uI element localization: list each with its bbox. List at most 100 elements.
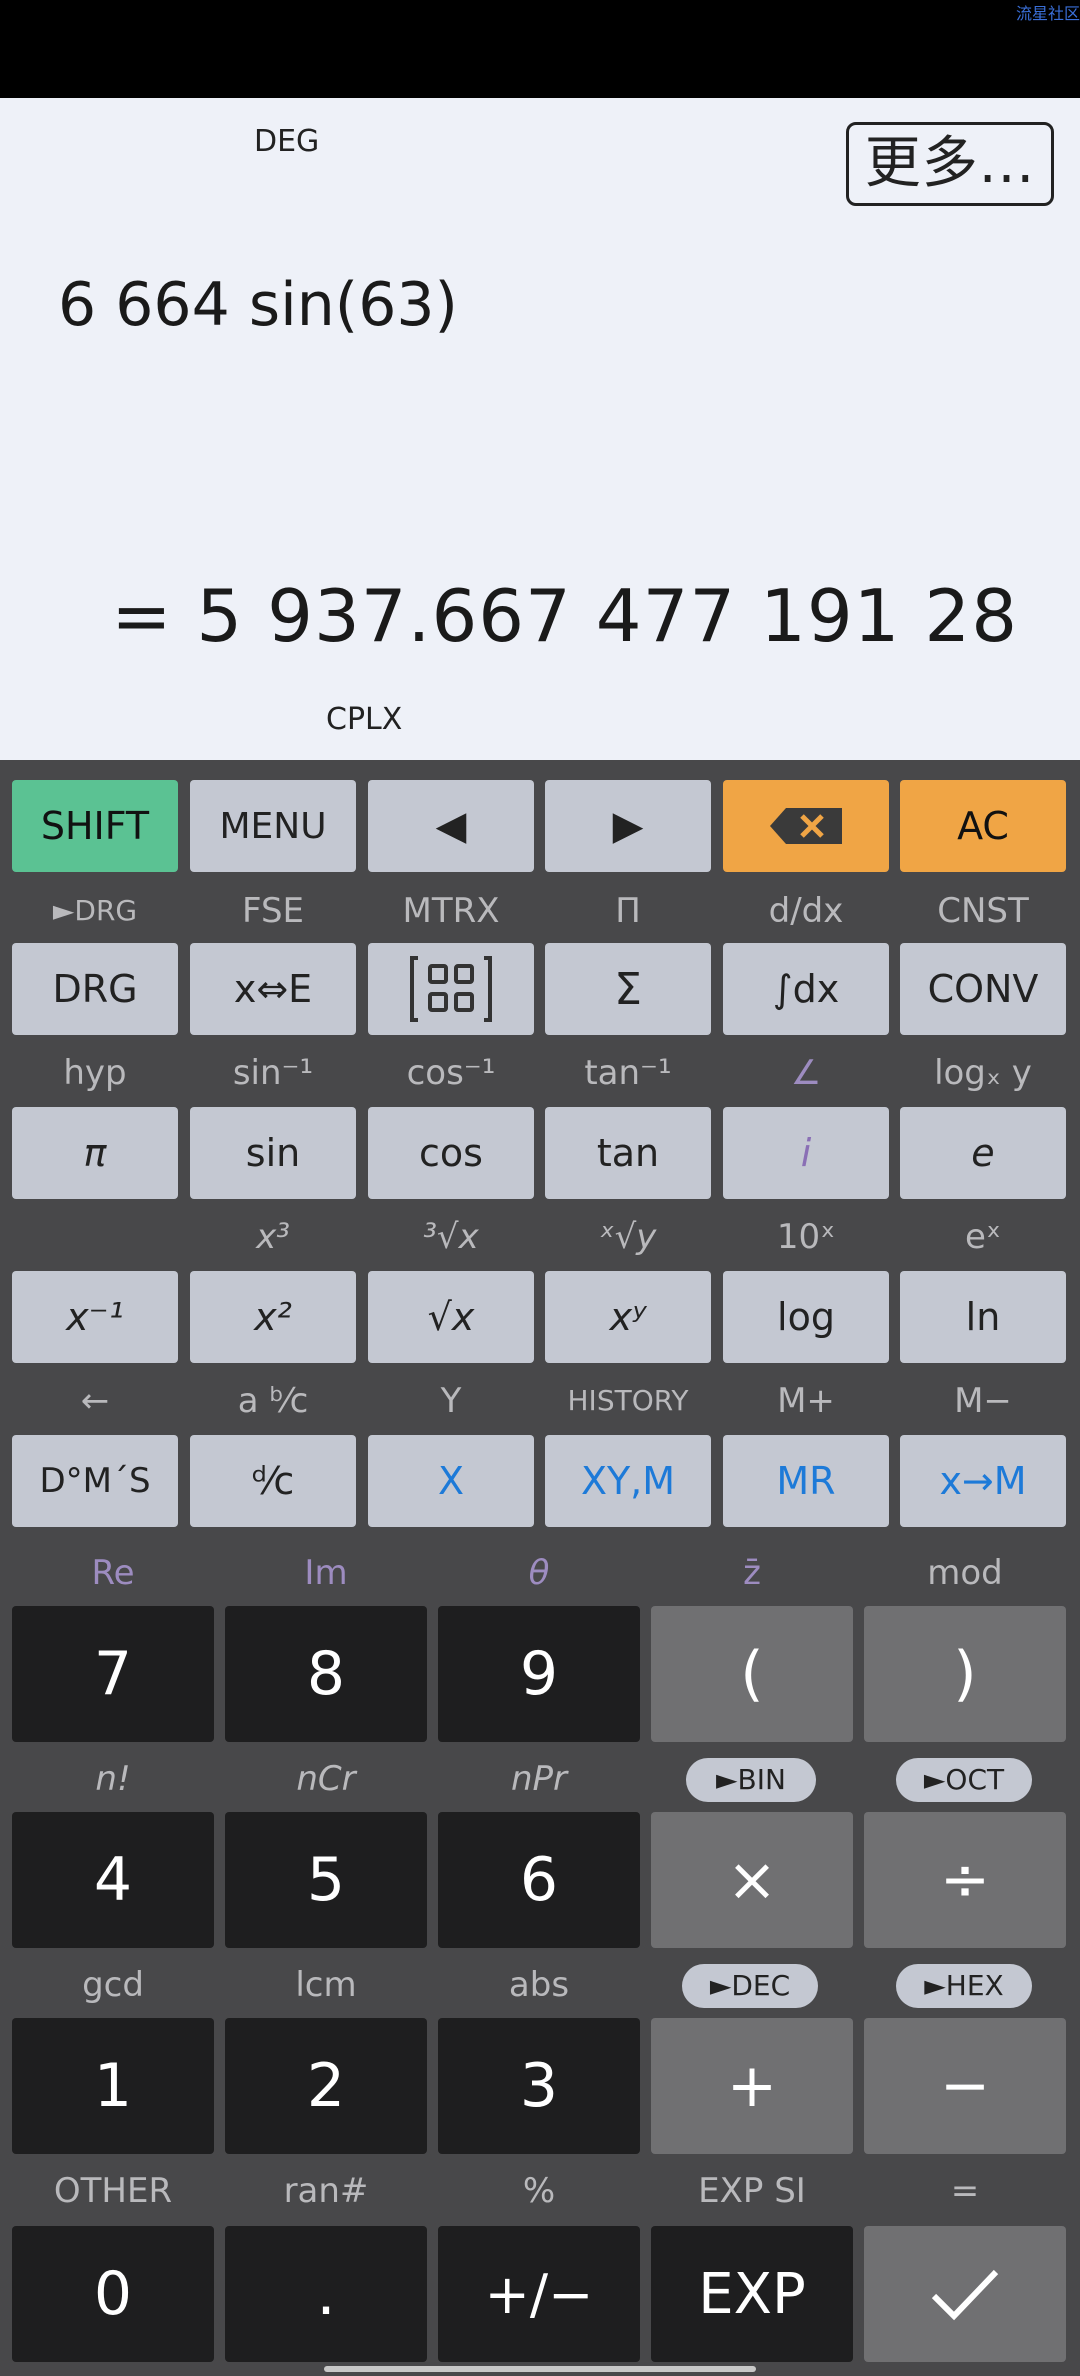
- label-angle: ∠: [790, 1053, 822, 1093]
- drg-button[interactable]: DRG: [12, 943, 178, 1035]
- label-cube: x³: [256, 1217, 290, 1257]
- label-fraction: a ᵇ⁄c: [237, 1381, 309, 1421]
- keypad: SHIFT MENU ◀ ▶ AC ►DRG FSE MTRX Π d/dx C…: [0, 760, 1080, 2376]
- label-arccos: cos⁻¹: [406, 1053, 496, 1093]
- exp-button[interactable]: EXP: [651, 2226, 853, 2362]
- digit-9-button[interactable]: 9: [438, 1606, 640, 1742]
- negate-button[interactable]: +/−: [438, 2226, 640, 2362]
- cursor-right-button[interactable]: ▶: [545, 780, 711, 872]
- digit-1-button[interactable]: 1: [12, 2018, 214, 2154]
- label-ten-power: 10ˣ: [776, 1217, 836, 1257]
- pi-button[interactable]: π: [12, 1107, 178, 1199]
- left-paren-button[interactable]: (: [651, 1606, 853, 1742]
- digit-0-button[interactable]: 0: [12, 2226, 214, 2362]
- divide-button[interactable]: ÷: [864, 1812, 1066, 1948]
- label-permutation: nPr: [510, 1759, 568, 1799]
- square-root-button[interactable]: √x: [368, 1271, 534, 1363]
- label-random: ran#: [283, 2171, 369, 2211]
- label-y: Y: [440, 1381, 462, 1421]
- conv-button[interactable]: CONV: [900, 943, 1066, 1035]
- label-derivative: d/dx: [768, 891, 844, 931]
- status-bar: 流星社区: [0, 0, 1080, 98]
- label-mtrx: MTRX: [402, 891, 500, 931]
- minus-button[interactable]: −: [864, 2018, 1066, 2154]
- label-logxy: logₓ y: [934, 1053, 1032, 1093]
- backspace-button[interactable]: [723, 780, 889, 872]
- equals-button[interactable]: [864, 2226, 1066, 2362]
- watermark: 流星社区: [1015, 4, 1080, 23]
- more-button[interactable]: 更多...: [846, 122, 1054, 206]
- digit-3-button[interactable]: 3: [438, 2018, 640, 2154]
- label-cnst: CNST: [937, 891, 1029, 931]
- cursor-left-button[interactable]: ◀: [368, 780, 534, 872]
- label-history: HISTORY: [567, 1384, 689, 1417]
- digit-5-button[interactable]: 5: [225, 1812, 427, 1948]
- label-memory-plus: M+: [777, 1381, 835, 1421]
- label-equals: =: [950, 2171, 980, 2211]
- label-exp-si: EXP SI: [698, 2171, 806, 2211]
- dms-button[interactable]: D°M´S: [12, 1435, 178, 1527]
- digit-4-button[interactable]: 4: [12, 1812, 214, 1948]
- label-theta: θ: [528, 1553, 550, 1593]
- right-paren-button[interactable]: ): [864, 1606, 1066, 1742]
- log-button[interactable]: log: [723, 1271, 889, 1363]
- to-octal-button[interactable]: ►OCT: [896, 1758, 1032, 1802]
- cos-button[interactable]: cos: [368, 1107, 534, 1199]
- label-hyp: hyp: [63, 1053, 127, 1093]
- label-arcsin: sin⁻¹: [232, 1053, 314, 1093]
- ln-button[interactable]: ln: [900, 1271, 1066, 1363]
- reciprocal-button[interactable]: x⁻¹: [12, 1271, 178, 1363]
- home-indicator[interactable]: [324, 2366, 756, 2372]
- label-abs: abs: [508, 1965, 570, 2005]
- square-button[interactable]: x²: [190, 1271, 356, 1363]
- decimal-point-button[interactable]: .: [225, 2226, 427, 2362]
- summation-button[interactable]: Σ: [545, 943, 711, 1035]
- result-line: = 5 937.667 477 191 28: [111, 574, 1018, 658]
- label-factorial: n!: [95, 1759, 131, 1799]
- memory-recall-button[interactable]: MR: [723, 1435, 889, 1527]
- backspace-icon: [770, 808, 842, 844]
- label-percent: %: [522, 2171, 556, 2211]
- menu-button[interactable]: MENU: [190, 780, 356, 872]
- sin-button[interactable]: sin: [190, 1107, 356, 1199]
- x-variable-button[interactable]: X: [368, 1435, 534, 1527]
- to-hex-button[interactable]: ►HEX: [896, 1964, 1032, 2008]
- store-memory-button[interactable]: x→M: [900, 1435, 1066, 1527]
- digit-6-button[interactable]: 6: [438, 1812, 640, 1948]
- d-over-c-button[interactable]: ᵈ⁄c: [190, 1435, 356, 1527]
- euler-e-button[interactable]: e: [900, 1107, 1066, 1199]
- digit-2-button[interactable]: 2: [225, 2018, 427, 2154]
- complex-mode-indicator: CPLX: [326, 702, 403, 737]
- label-memory-minus: M−: [954, 1381, 1012, 1421]
- angle-mode-indicator: DEG: [254, 124, 320, 159]
- imaginary-unit-button[interactable]: i: [723, 1107, 889, 1199]
- label-real-part: Re: [91, 1553, 135, 1593]
- calculator-display: DEG 更多... 6 664 sin(63) = 5 937.667 477 …: [0, 98, 1080, 760]
- label-nth-root: ˣ√y: [599, 1217, 657, 1257]
- label-cube-root: ³√x: [423, 1217, 479, 1257]
- power-button[interactable]: xʸ: [545, 1271, 711, 1363]
- all-clear-button[interactable]: AC: [900, 780, 1066, 872]
- label-gcd: gcd: [82, 1965, 144, 2005]
- to-binary-button[interactable]: ►BIN: [686, 1758, 816, 1802]
- to-decimal-button[interactable]: ►DEC: [682, 1964, 818, 2008]
- label-arctan: tan⁻¹: [584, 1053, 672, 1093]
- tan-button[interactable]: tan: [545, 1107, 711, 1199]
- label-combination: nCr: [296, 1759, 356, 1799]
- multiply-button[interactable]: ×: [651, 1812, 853, 1948]
- x-e-toggle-button[interactable]: x⇔E: [190, 943, 356, 1035]
- integral-button[interactable]: ∫dx: [723, 943, 889, 1035]
- label-product: Π: [615, 891, 641, 931]
- label-back-arrow: ←: [80, 1381, 110, 1421]
- expression-line[interactable]: 6 664 sin(63): [58, 270, 458, 340]
- digit-7-button[interactable]: 7: [12, 1606, 214, 1742]
- plus-button[interactable]: +: [651, 2018, 853, 2154]
- shift-button[interactable]: SHIFT: [12, 780, 178, 872]
- xy-m-button[interactable]: XY,M: [545, 1435, 711, 1527]
- matrix-icon: [410, 956, 492, 1022]
- digit-8-button[interactable]: 8: [225, 1606, 427, 1742]
- label-conjugate: z̄: [743, 1553, 761, 1593]
- matrix-button[interactable]: [368, 943, 534, 1035]
- checkmark-icon: [931, 2269, 999, 2321]
- label-mod: mod: [927, 1553, 1003, 1593]
